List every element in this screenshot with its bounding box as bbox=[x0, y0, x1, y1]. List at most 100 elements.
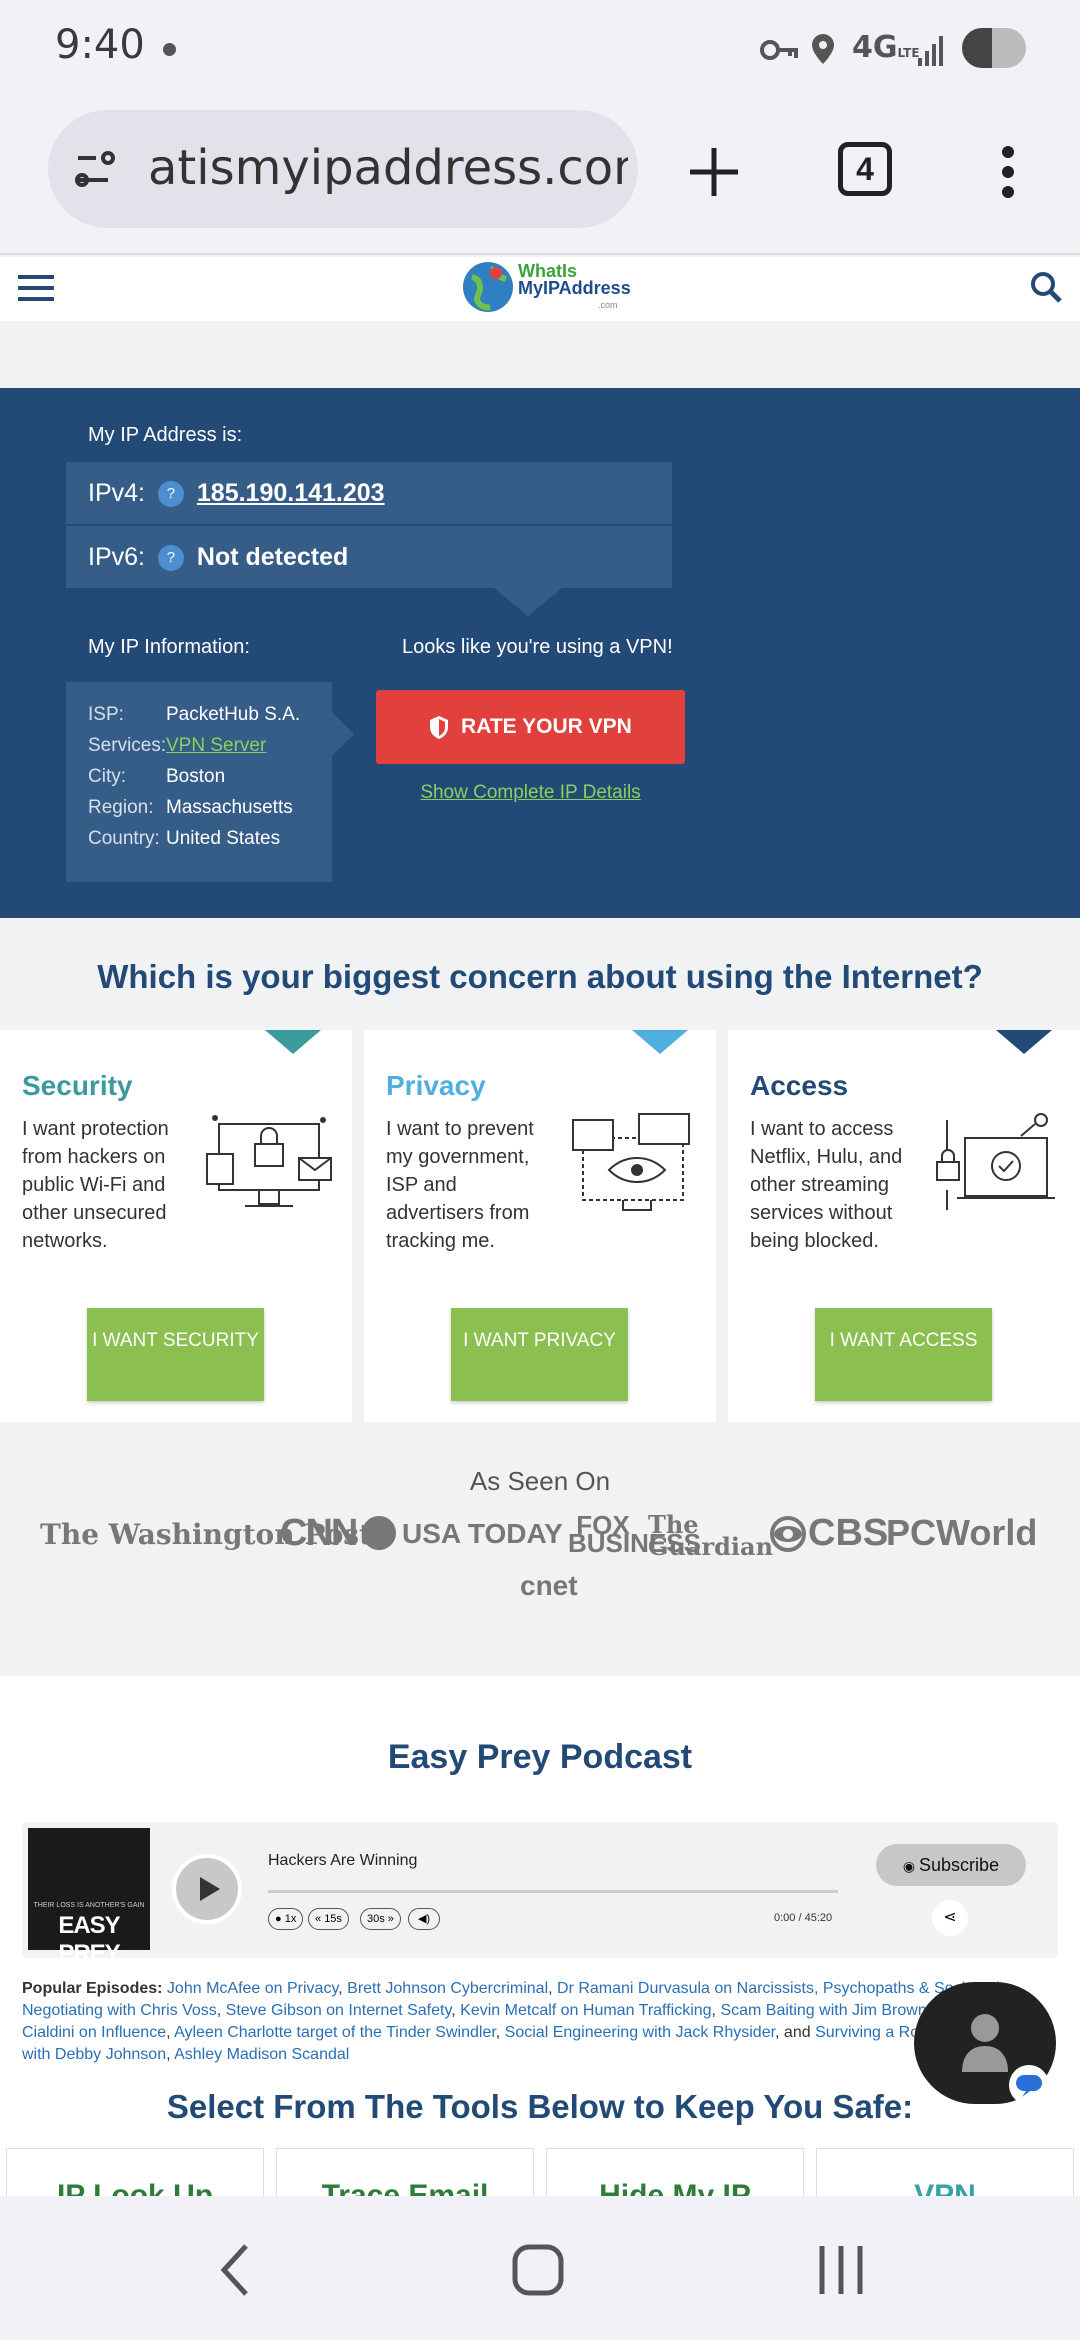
episode-link[interactable]: Ayleen Charlotte target of the Tinder Sw… bbox=[174, 2024, 496, 2041]
info-row-region: Region: Massachusetts bbox=[88, 797, 293, 818]
tool-card-ip-lookup[interactable]: IP Look Up bbox=[6, 2148, 264, 2200]
new-tab-icon[interactable] bbox=[686, 144, 742, 200]
help-icon[interactable]: ? bbox=[157, 545, 184, 572]
media-logo-guardian: The Guardian bbox=[648, 1510, 774, 1561]
i-want-privacy-button[interactable]: I WANT PRIVACY bbox=[451, 1308, 628, 1401]
notification-dot-icon bbox=[163, 43, 176, 56]
ip-info-box: ISP: PacketHub S.A. Services:VPN Server C… bbox=[66, 682, 332, 882]
home-nav-icon[interactable] bbox=[512, 2244, 564, 2296]
subscribe-button[interactable]: ◉ Subscribe bbox=[876, 1844, 1026, 1886]
episode-link[interactable]: Scam Baiting with Jim Browning bbox=[720, 2002, 948, 2019]
card-tab-triangle bbox=[996, 1030, 1052, 1054]
i-want-access-button[interactable]: I WANT ACCESS bbox=[815, 1308, 992, 1401]
i-want-security-button[interactable]: I WANT SECURITY bbox=[87, 1308, 264, 1401]
status-time: 9:40 bbox=[55, 22, 145, 68]
tool-card-trace-email[interactable]: Trace Email bbox=[276, 2148, 534, 2200]
user-avatar-icon bbox=[962, 2014, 1008, 2072]
concern-heading: Which is your biggest concern about usin… bbox=[97, 958, 983, 995]
episode-link[interactable]: Kevin Metcalf on Human Trafficking bbox=[460, 2002, 711, 2019]
chat-button[interactable] bbox=[914, 1982, 1056, 2105]
status-bar: 9:40 4GLTE bbox=[0, 0, 1080, 100]
signal-icon bbox=[918, 36, 943, 66]
ipv6-row: IPv6: ? Not detected bbox=[66, 526, 672, 588]
access-card[interactable]: Access I want to access Netflix, Hulu, a… bbox=[728, 1030, 1080, 1422]
ip-heading: My IP Address is: bbox=[88, 424, 243, 446]
card-tab-triangle bbox=[632, 1030, 688, 1054]
more-menu-icon[interactable] bbox=[998, 144, 1018, 200]
ipv6-value: Not detected bbox=[196, 543, 349, 571]
info-pointer bbox=[332, 712, 354, 756]
search-icon[interactable] bbox=[1030, 271, 1062, 305]
cbs-eye-icon bbox=[770, 1516, 806, 1552]
shield-icon bbox=[430, 716, 449, 740]
info-row-isp: ISP: PacketHub S.A. bbox=[88, 704, 301, 725]
recents-nav-icon[interactable] bbox=[818, 2244, 864, 2296]
services-link[interactable]: VPN Server bbox=[166, 735, 266, 756]
location-icon bbox=[812, 34, 834, 64]
episode-link[interactable]: Social Engineering with Jack Rhysider bbox=[505, 2024, 775, 2041]
ipv4-value[interactable]: 185.190.141.203 bbox=[197, 479, 385, 507]
info-row-country: Country: United States bbox=[88, 828, 281, 849]
show-ip-details-link[interactable]: Show Complete IP Details bbox=[376, 782, 685, 804]
skip-back-button[interactable]: « 15s bbox=[308, 1908, 349, 1930]
media-logo-usa-today: USA TODAY bbox=[402, 1518, 563, 1549]
info-row-services: Services:VPN Server bbox=[88, 735, 267, 756]
browser-toolbar: atismyipaddress.com 4 bbox=[0, 100, 1080, 255]
security-monitor-icon bbox=[206, 1115, 332, 1207]
play-icon bbox=[200, 1877, 220, 1901]
network-type-label: 4GLTE bbox=[852, 30, 920, 65]
card-text: I want to access Netflix, Hulu, and othe… bbox=[750, 1118, 903, 1252]
card-title: Security bbox=[22, 1070, 133, 1101]
episode-link[interactable]: Steve Gibson on Internet Safety bbox=[226, 2002, 452, 2019]
ipv4-row: IPv4: ? 185.190.141.203 bbox=[66, 462, 672, 524]
site-logo[interactable]: WhatIs MyIPAddress .com bbox=[518, 262, 631, 314]
episode-link[interactable]: Ashley Madison Scandal bbox=[174, 2046, 349, 2063]
media-logo-cnet: cnet bbox=[520, 1570, 578, 1601]
info-row-city: City: Boston bbox=[88, 766, 226, 787]
episode-link[interactable]: Negotiating with Chris Voss bbox=[22, 2002, 217, 2019]
vpn-notice: Looks like you're using a VPN! bbox=[402, 636, 673, 658]
podcast-title: Easy Prey Podcast bbox=[387, 1738, 693, 1776]
site-settings-icon[interactable] bbox=[74, 150, 122, 190]
play-button[interactable] bbox=[172, 1854, 242, 1924]
media-logo-pcworld: PCWorld bbox=[886, 1512, 1038, 1553]
media-logo-fox-business: FOX BUSINESS bbox=[568, 1510, 701, 1558]
privacy-card[interactable]: Privacy I want to prevent my government,… bbox=[364, 1030, 716, 1422]
address-bar[interactable]: atismyipaddress.com bbox=[48, 110, 638, 228]
popular-episodes: Popular Episodes: John McAfee on Privacy… bbox=[22, 1980, 1018, 2063]
tab-switcher-button[interactable]: 4 bbox=[838, 142, 892, 196]
episode-title: Hackers Are Winning bbox=[268, 1852, 418, 1869]
media-logo-cbs: CBS bbox=[808, 1512, 889, 1554]
ip-info-heading: My IP Information: bbox=[88, 636, 250, 658]
ip-address-panel: My IP Address is: IPv4: ? 185.190.141.20… bbox=[0, 388, 1080, 918]
progress-bar[interactable] bbox=[268, 1890, 838, 1893]
pointer-triangle bbox=[494, 588, 562, 616]
hamburger-menu-icon[interactable] bbox=[18, 273, 54, 303]
globe-logo-icon[interactable] bbox=[460, 259, 516, 315]
media-logo-cnn: CNN bbox=[280, 1512, 358, 1554]
access-laptop-icon bbox=[936, 1113, 1055, 1210]
podcast-player: THEIR LOSS IS ANOTHER'S GAIN EASY PREY H… bbox=[22, 1822, 1058, 1967]
podcast-cover-art: THEIR LOSS IS ANOTHER'S GAIN EASY PREY bbox=[28, 1828, 150, 1967]
back-nav-icon[interactable] bbox=[218, 2242, 252, 2298]
share-icon[interactable]: ⋖ bbox=[932, 1900, 968, 1936]
help-icon[interactable]: ? bbox=[157, 481, 184, 508]
privacy-eye-monitor-icon bbox=[572, 1113, 690, 1211]
chat-bubble-icon bbox=[1009, 2065, 1049, 2105]
url-text: atismyipaddress.com bbox=[148, 140, 628, 196]
volume-icon[interactable]: ◀) bbox=[408, 1908, 440, 1930]
security-card[interactable]: Security I want protection from hackers … bbox=[0, 1030, 352, 1422]
rate-vpn-button[interactable]: RATE YOUR VPN bbox=[376, 690, 685, 764]
skip-forward-button[interactable]: 30s » bbox=[360, 1908, 401, 1930]
as-seen-on-heading: As Seen On bbox=[469, 1466, 611, 1496]
speed-button[interactable]: ● 1x bbox=[268, 1908, 304, 1930]
battery-icon bbox=[962, 28, 1026, 68]
episode-link[interactable]: John McAfee on Privacy bbox=[167, 1980, 338, 1997]
time-display: 0:00 / 45:20 bbox=[774, 1912, 833, 1924]
card-title: Access bbox=[750, 1070, 849, 1101]
ipv6-label: IPv6: bbox=[88, 543, 145, 571]
episode-link[interactable]: Brett Johnson Cybercriminal bbox=[347, 1980, 548, 1997]
tool-card-vpn[interactable]: VPN bbox=[816, 2148, 1074, 2200]
site-header: WhatIs MyIPAddress .com bbox=[0, 257, 1080, 321]
tool-card-hide-my-ip[interactable]: Hide My IP bbox=[546, 2148, 804, 2200]
